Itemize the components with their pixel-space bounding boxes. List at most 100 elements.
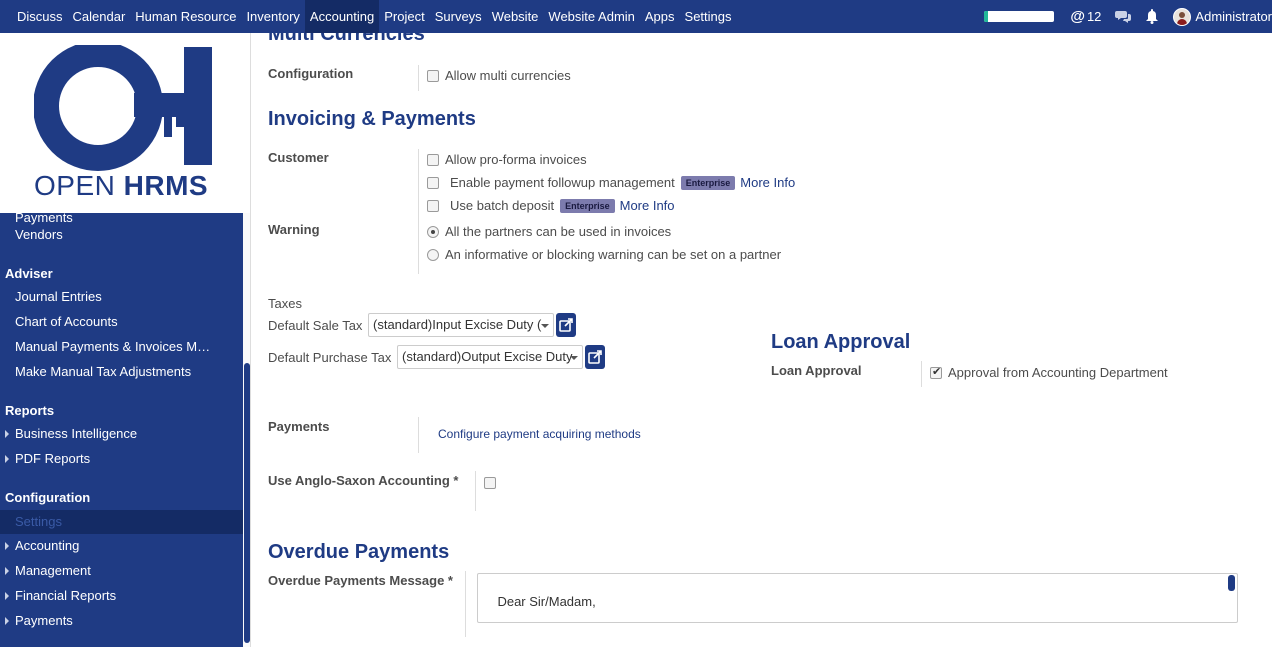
sidebar-header-reports: Reports bbox=[5, 403, 55, 418]
option-allow-multi-currencies[interactable]: Allow multi currencies bbox=[427, 68, 571, 83]
proforma-checkbox[interactable] bbox=[427, 153, 439, 166]
systray: @ 12 Administrator bbox=[984, 0, 1272, 33]
logo-open: OPEN bbox=[34, 170, 124, 201]
label-default-sale-tax: Default Sale Tax bbox=[268, 318, 363, 333]
option-label: Approval from Accounting Department bbox=[948, 365, 1168, 380]
app-menu: Discuss Calendar Human Resource Inventor… bbox=[12, 0, 737, 33]
configure-payment-acquirers-link[interactable]: Configure payment acquiring methods bbox=[438, 427, 641, 441]
section-title-multi-currencies: Multi Currencies bbox=[268, 33, 425, 45]
option-proforma-invoices[interactable]: Allow pro-forma invoices bbox=[427, 152, 587, 167]
section-title-loan-approval: Loan Approval bbox=[771, 331, 911, 353]
menu-inventory[interactable]: Inventory bbox=[241, 0, 304, 33]
external-link-icon bbox=[559, 318, 573, 332]
label-payments: Payments bbox=[268, 419, 330, 434]
purchase-tax-value: (standard)Output Excise Duty bbox=[402, 349, 573, 364]
user-menu[interactable]: Administrator bbox=[1173, 7, 1272, 26]
option-label: An informative or blocking warning can b… bbox=[445, 247, 782, 262]
section-title-invoicing-payments: Invoicing & Payments bbox=[268, 108, 476, 130]
open-purchase-tax-button[interactable] bbox=[585, 345, 605, 369]
user-name: Administrator bbox=[1195, 9, 1272, 24]
sale-tax-value: (standard)Input Excise Duty ( bbox=[373, 317, 542, 332]
open-sale-tax-button[interactable] bbox=[556, 313, 576, 337]
all-partners-radio[interactable] bbox=[427, 225, 439, 238]
divider bbox=[921, 361, 922, 387]
multi-currency-checkbox[interactable] bbox=[427, 69, 439, 82]
external-link-icon bbox=[588, 350, 602, 364]
logo-hrms: HRMS bbox=[123, 170, 209, 201]
chevron-down-icon bbox=[570, 356, 578, 360]
textarea-scrollbar[interactable] bbox=[1228, 575, 1235, 591]
settings-form: Multi Currencies Configuration Allow mul… bbox=[252, 33, 1272, 647]
mentions-count: 12 bbox=[1086, 9, 1102, 24]
sidebar-item-manual-payments[interactable]: Manual Payments & Invoices Matching bbox=[0, 335, 215, 359]
sidebar-header-adviser: Adviser bbox=[5, 266, 53, 281]
sidebar-scrollbar-thumb[interactable] bbox=[244, 363, 250, 643]
menu-accounting[interactable]: Accounting bbox=[304, 0, 380, 33]
chat-bubbles-icon[interactable] bbox=[1115, 10, 1132, 24]
sidebar-item-pdf-reports[interactable]: PDF Reports bbox=[0, 447, 243, 471]
progress-fill bbox=[984, 11, 988, 22]
divider bbox=[418, 417, 419, 453]
sidebar-item-management[interactable]: Management bbox=[0, 559, 243, 583]
label-configuration: Configuration bbox=[268, 66, 354, 81]
menu-website-admin[interactable]: Website Admin bbox=[543, 0, 639, 33]
option-label: Allow multi currencies bbox=[445, 68, 571, 83]
mentions-counter[interactable]: @ 12 bbox=[1070, 8, 1101, 25]
radio-option-partner-warning[interactable]: An informative or blocking warning can b… bbox=[427, 247, 781, 262]
logo-wordmark: OPEN HRMS bbox=[34, 170, 208, 202]
sidebar-scrollbar[interactable] bbox=[243, 213, 251, 647]
option-label: All the partners can be used in invoices bbox=[445, 224, 672, 239]
menu-website[interactable]: Website bbox=[487, 0, 544, 33]
label-taxes: Taxes bbox=[268, 296, 302, 311]
label-loan-approval: Loan Approval bbox=[771, 363, 862, 378]
followup-checkbox[interactable] bbox=[427, 176, 439, 189]
sidebar-item-financial-reports[interactable]: Financial Reports bbox=[0, 584, 243, 608]
label-overdue-message: Overdue Payments Message * bbox=[268, 573, 453, 588]
sidebar-item-accounting[interactable]: Accounting bbox=[0, 534, 243, 558]
radio-option-all-partners[interactable]: All the partners can be used in invoices bbox=[427, 224, 671, 239]
open-hrms-logo-mark bbox=[34, 45, 212, 171]
menu-human-resource[interactable]: Human Resource bbox=[130, 0, 241, 33]
sidebar-item-payments[interactable]: Payments bbox=[0, 609, 243, 633]
menu-discuss[interactable]: Discuss bbox=[12, 0, 68, 33]
label-anglo-saxon: Use Anglo-Saxon Accounting * bbox=[268, 473, 459, 488]
batch-deposit-checkbox[interactable] bbox=[427, 199, 439, 212]
overdue-message-textarea[interactable]: Dear Sir/Madam, Our records indicate tha… bbox=[477, 573, 1238, 623]
planner-progress-bar[interactable] bbox=[984, 11, 1055, 22]
chevron-down-icon bbox=[541, 324, 549, 328]
avatar bbox=[1173, 7, 1192, 26]
sidebar-header-configuration: Configuration bbox=[5, 490, 91, 505]
sidebar-item-chart-of-accounts[interactable]: Chart of Accounts bbox=[0, 310, 243, 334]
menu-project[interactable]: Project bbox=[379, 0, 429, 33]
sidebar-item-business-intelligence[interactable]: Business Intelligence bbox=[0, 422, 243, 446]
top-navbar: Discuss Calendar Human Resource Inventor… bbox=[0, 0, 1272, 33]
default-purchase-tax-select[interactable]: (standard)Output Excise Duty bbox=[397, 345, 583, 369]
more-info-link[interactable]: More Info bbox=[620, 198, 675, 213]
option-label: Allow pro-forma invoices bbox=[445, 152, 587, 167]
at-sign-icon: @ bbox=[1070, 8, 1085, 25]
menu-calendar[interactable]: Calendar bbox=[68, 0, 131, 33]
company-logo[interactable]: OPEN HRMS bbox=[0, 33, 251, 213]
option-approval-accounting[interactable]: Approval from Accounting Department bbox=[930, 365, 1168, 380]
label-default-purchase-tax: Default Purchase Tax bbox=[268, 350, 392, 365]
approval-checkbox[interactable] bbox=[930, 365, 942, 379]
sidebar: Payments Vendors Adviser Journal Entries… bbox=[0, 213, 243, 647]
bell-icon[interactable] bbox=[1145, 9, 1159, 24]
sidebar-item-vendors[interactable]: Vendors bbox=[0, 223, 243, 247]
label-warning: Warning bbox=[268, 222, 320, 237]
option-batch-deposit[interactable]: Use batch deposit Enterprise More Info bbox=[427, 198, 675, 213]
menu-settings[interactable]: Settings bbox=[680, 0, 737, 33]
section-title-overdue-payments: Overdue Payments bbox=[268, 541, 450, 563]
sidebar-item-manual-tax-adjustments[interactable]: Make Manual Tax Adjustments bbox=[0, 360, 243, 384]
anglo-saxon-checkbox[interactable] bbox=[484, 477, 496, 489]
sidebar-item-journal-entries[interactable]: Journal Entries bbox=[0, 285, 243, 309]
more-info-link[interactable]: More Info bbox=[740, 175, 795, 190]
divider bbox=[465, 571, 466, 637]
menu-apps[interactable]: Apps bbox=[640, 0, 680, 33]
default-sale-tax-select[interactable]: (standard)Input Excise Duty ( bbox=[368, 313, 554, 337]
divider bbox=[475, 471, 476, 511]
partner-warning-radio[interactable] bbox=[427, 248, 439, 261]
menu-surveys[interactable]: Surveys bbox=[430, 0, 487, 33]
option-payment-followup[interactable]: Enable payment followup management Enter… bbox=[427, 175, 795, 190]
sidebar-item-settings[interactable]: Settings bbox=[0, 510, 243, 534]
